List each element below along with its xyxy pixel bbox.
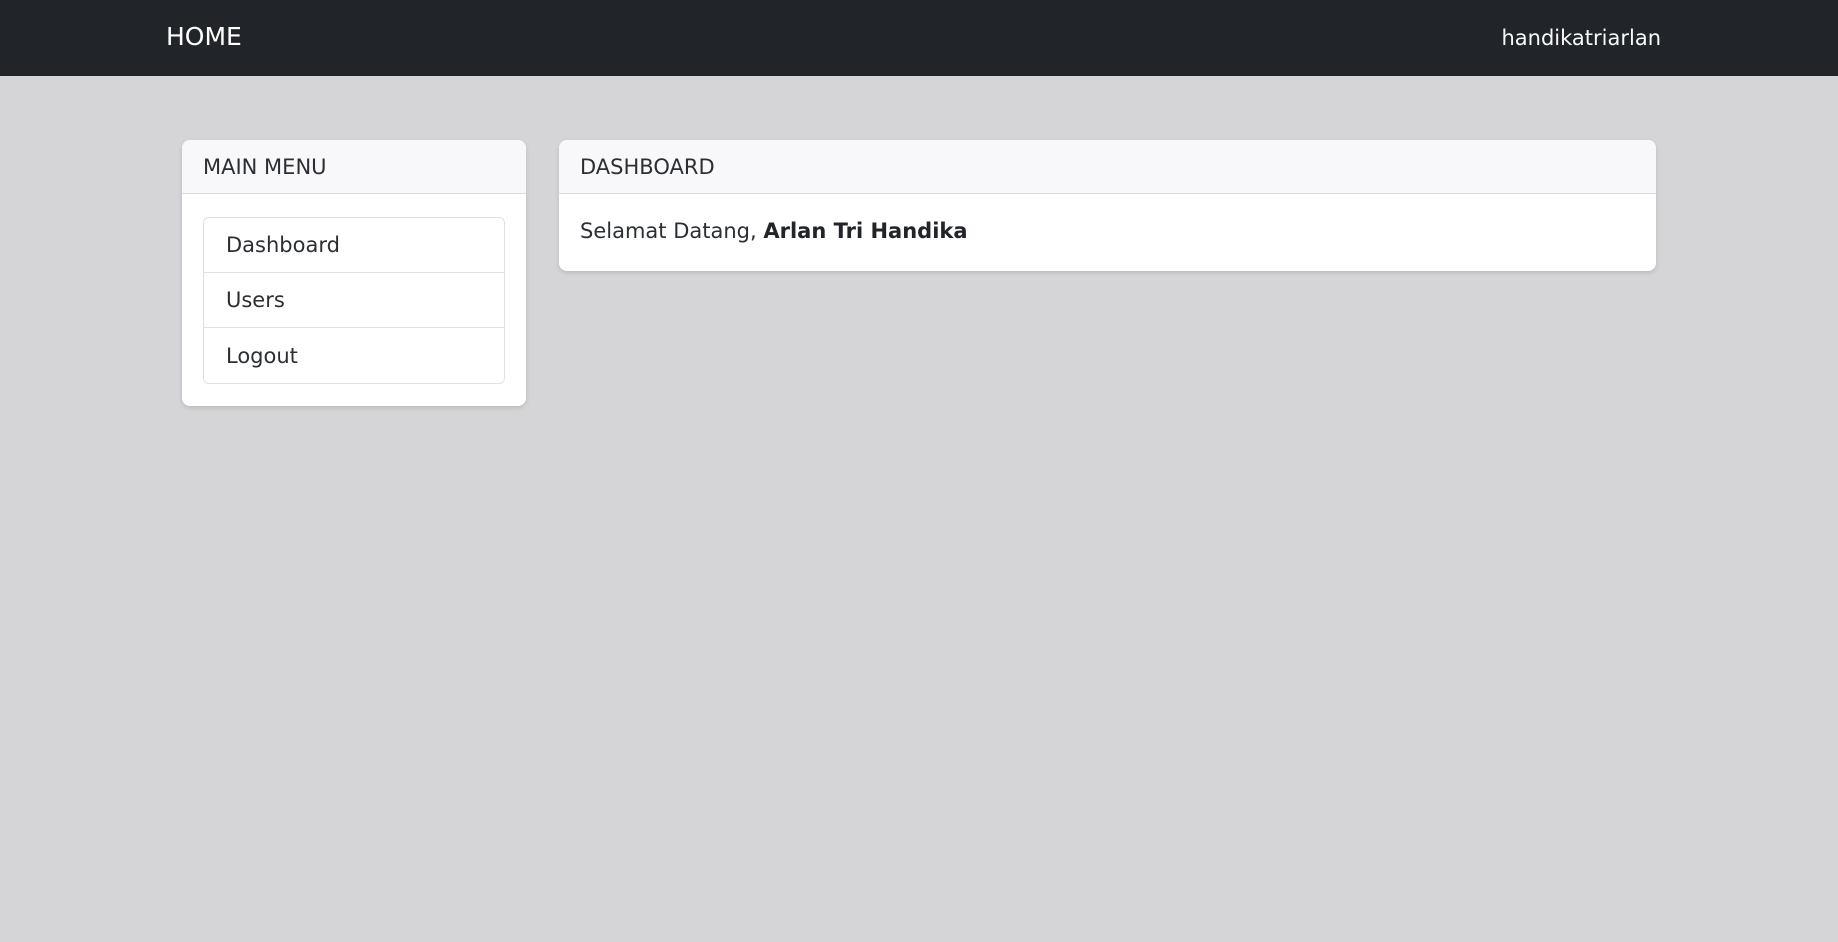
dashboard-header: DASHBOARD — [559, 140, 1656, 194]
menu-item-users[interactable]: Users — [204, 273, 504, 328]
home-brand-link[interactable]: HOME — [166, 22, 242, 52]
dashboard-card: DASHBOARD Selamat Datang, Arlan Tri Hand… — [559, 140, 1656, 271]
dashboard-body: Selamat Datang, Arlan Tri Handika — [559, 194, 1656, 268]
username-link[interactable]: handikatriarlan — [1501, 26, 1661, 51]
main-menu-header: MAIN MENU — [182, 140, 526, 194]
main-menu-card: MAIN MENU Dashboard Users Logout — [182, 140, 526, 406]
top-navbar: HOME handikatriarlan — [0, 0, 1838, 76]
menu-item-logout[interactable]: Logout — [204, 328, 504, 383]
user-fullname: Arlan Tri Handika — [763, 219, 968, 243]
welcome-text: Selamat Datang, — [580, 219, 757, 243]
menu-item-dashboard[interactable]: Dashboard — [204, 218, 504, 273]
main-menu-list: Dashboard Users Logout — [203, 217, 505, 384]
